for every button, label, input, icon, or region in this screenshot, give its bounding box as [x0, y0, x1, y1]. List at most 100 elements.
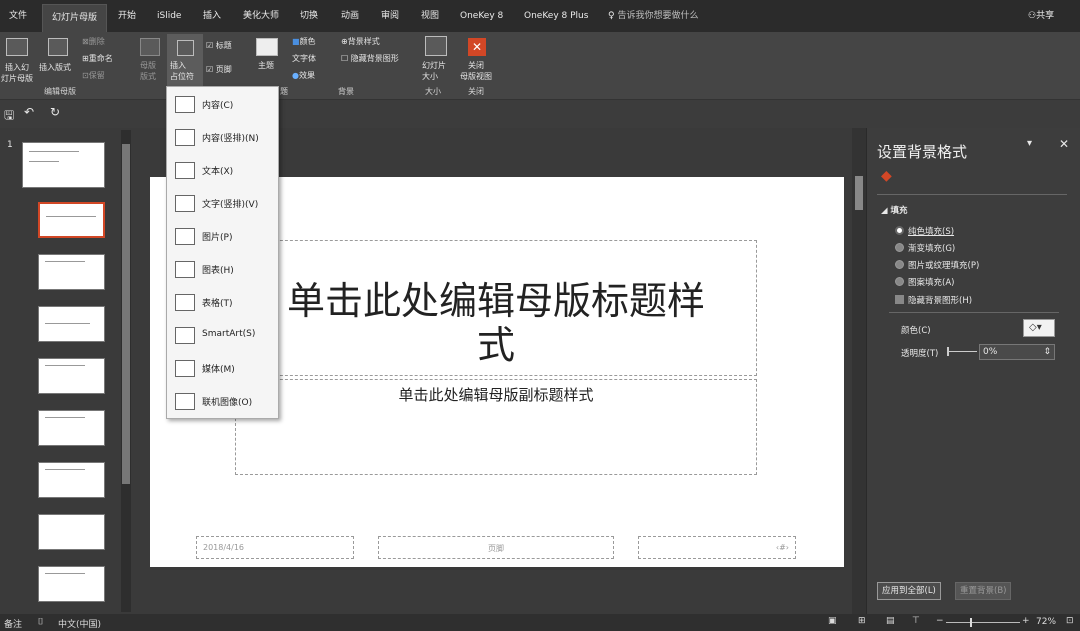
fit-to-window-icon[interactable]: ⊡	[1066, 616, 1074, 626]
zoom-out-icon[interactable]: −	[936, 616, 944, 626]
placeholder-menu-item[interactable]: 文本(X)	[167, 154, 278, 187]
footer-placeholder[interactable]: 页脚	[378, 536, 614, 559]
placeholder-menu-item[interactable]: 媒体(M)	[167, 352, 278, 385]
tab-onekey8[interactable]: OneKey 8	[460, 6, 503, 26]
fonts-button[interactable]: 文字体	[292, 53, 316, 64]
transparency-input[interactable]: 0% ⇕	[979, 344, 1055, 360]
zoom-slider-thumb[interactable]	[970, 618, 972, 627]
apply-to-all-button[interactable]: 应用到全部(L)	[877, 582, 941, 600]
placeholder-menu-item[interactable]: SmartArt(S)	[167, 319, 278, 352]
insert-master-button[interactable]: 插入幻 灯片母版	[0, 62, 34, 84]
master-layout-button[interactable]: 母版 版式	[140, 60, 156, 82]
placeholder-menu-item[interactable]: 图表(H)	[167, 253, 278, 286]
gradient-fill-radio[interactable]	[895, 243, 904, 252]
slide-size-button[interactable]: 幻灯片 大小	[422, 60, 446, 82]
transparency-slider[interactable]	[947, 351, 977, 352]
footer-checkbox[interactable]: ☑ 页脚	[206, 64, 232, 75]
bg-styles-icon: ⊕	[341, 37, 348, 46]
placeholder-menu-item-label: 表格(T)	[202, 299, 233, 309]
colors-button[interactable]: ■颜色	[292, 36, 316, 47]
tab-transitions[interactable]: 切换	[300, 6, 318, 26]
solid-fill-radio[interactable]	[895, 226, 904, 235]
tab-beautify[interactable]: 美化大师	[243, 6, 279, 26]
color-picker-button[interactable]: ◇▾	[1023, 319, 1055, 337]
share-button[interactable]: ⚇共享	[1028, 6, 1054, 26]
layout-thumbnail[interactable]	[38, 306, 105, 342]
group-label-close: 关闭	[468, 87, 484, 96]
placeholder-menu-item[interactable]: 内容(竖排)(N)	[167, 121, 278, 154]
zoom-in-icon[interactable]: +	[1022, 616, 1030, 626]
format-background-pane: 设置背景格式 ▾ ✕ ◆ ◢ 填充 纯色填充(S) 渐变填充(G) 图片或纹理填…	[866, 128, 1080, 614]
tab-slide-master[interactable]: 幻灯片母版	[42, 4, 108, 32]
undo-icon[interactable]: ↶	[24, 105, 34, 119]
pane-close-icon[interactable]: ✕	[1059, 137, 1069, 151]
effects-button[interactable]: ●效果	[292, 70, 315, 81]
tab-onekey8plus[interactable]: OneKey 8 Plus	[524, 6, 588, 26]
picture-fill-radio[interactable]	[895, 260, 904, 269]
tell-me-box[interactable]: ♀ 告诉我你想要做什么	[608, 6, 698, 26]
master-thumbnail[interactable]	[22, 142, 105, 188]
layout-thumbnail-selected[interactable]	[38, 202, 105, 238]
placeholder-menu-item[interactable]: 图片(P)	[167, 220, 278, 253]
close-master-view-button[interactable]: 关闭 母版视图	[460, 60, 492, 82]
spellcheck-icon[interactable]: ⌷	[38, 617, 43, 627]
canvas-scrollbar[interactable]	[852, 128, 866, 614]
title-checkbox[interactable]: ☑ 标题	[206, 40, 232, 51]
tab-islide[interactable]: iSlide	[157, 6, 181, 26]
reset-background-button[interactable]: 重置背景(B)	[955, 582, 1012, 600]
placeholder-menu-item-label: 文本(X)	[202, 167, 234, 177]
tab-review[interactable]: 审阅	[381, 6, 399, 26]
transparency-slider-thumb[interactable]	[947, 347, 949, 356]
slideshow-icon[interactable]: ⊤	[912, 616, 920, 626]
normal-view-icon[interactable]: ▣	[828, 616, 837, 626]
pattern-fill-radio[interactable]	[895, 277, 904, 286]
picture-icon	[175, 228, 195, 245]
online-image-icon	[175, 393, 195, 410]
fill-bucket-icon[interactable]: ◆	[881, 168, 892, 184]
placeholder-menu-item[interactable]: 表格(T)	[167, 286, 278, 319]
redo-icon[interactable]: ↻	[50, 105, 60, 119]
tab-view[interactable]: 视图	[421, 6, 439, 26]
effects-icon: ●	[292, 71, 299, 80]
layout-thumbnail[interactable]	[38, 462, 105, 498]
tab-file[interactable]: 文件	[9, 6, 27, 26]
thumbnail-scrollbar[interactable]	[121, 130, 131, 612]
reading-view-icon[interactable]: ▤	[886, 616, 895, 626]
zoom-level[interactable]: 72%	[1036, 617, 1056, 627]
layout-thumbnail[interactable]	[38, 566, 105, 602]
preserve-button[interactable]: ⊡保留	[82, 70, 105, 81]
title-placeholder[interactable]: 单击此处编辑母版标题样 式	[235, 240, 757, 376]
zoom-slider[interactable]	[946, 622, 1020, 623]
fill-section-header[interactable]: ◢ 填充	[881, 204, 908, 216]
insert-layout-button[interactable]: 插入版式	[39, 62, 71, 73]
number-placeholder[interactable]: ‹#›	[638, 536, 796, 559]
layout-thumbnail[interactable]	[38, 254, 105, 290]
slide-sorter-icon[interactable]: ⊞	[858, 616, 866, 626]
bg-styles-button[interactable]: ⊕背景样式	[341, 36, 380, 47]
placeholder-menu-item[interactable]: 联机图像(O)	[167, 385, 278, 418]
picture-fill-label: 图片或纹理填充(P)	[908, 261, 980, 271]
layout-thumbnail[interactable]	[38, 410, 105, 446]
layout-thumbnail[interactable]	[38, 514, 105, 550]
placeholder-menu-item[interactable]: 内容(C)	[167, 88, 278, 121]
hide-bg-graphics-checkbox[interactable]	[895, 295, 904, 304]
language-indicator[interactable]: 中文(中国)	[58, 617, 101, 630]
layout-thumbnail[interactable]	[38, 358, 105, 394]
theme-button[interactable]: 主题	[258, 60, 274, 71]
delete-button[interactable]: ⊠删除	[82, 36, 105, 47]
tab-animations[interactable]: 动画	[341, 6, 359, 26]
pane-options-icon[interactable]: ▾	[1027, 138, 1032, 149]
tab-home[interactable]: 开始	[118, 6, 136, 26]
tab-insert[interactable]: 插入	[203, 6, 221, 26]
master-layout-icon	[140, 38, 160, 56]
spin-icon[interactable]: ⇕	[1043, 345, 1051, 359]
subtitle-placeholder[interactable]: 单击此处编辑母版副标题样式	[235, 379, 757, 475]
rename-button[interactable]: ⊞重命名	[82, 53, 113, 64]
placeholder-menu-item[interactable]: 文字(竖排)(V)	[167, 187, 278, 220]
save-icon[interactable]: 🖫	[4, 106, 14, 127]
thumbnail-pane: 1	[0, 128, 134, 614]
transparency-label: 透明度(T)	[901, 349, 939, 359]
notes-button[interactable]: 备注	[4, 617, 22, 630]
date-placeholder[interactable]: 2018/4/16	[196, 536, 354, 559]
hide-bg-checkbox[interactable]: ☐ 隐藏背景图形	[341, 53, 399, 64]
